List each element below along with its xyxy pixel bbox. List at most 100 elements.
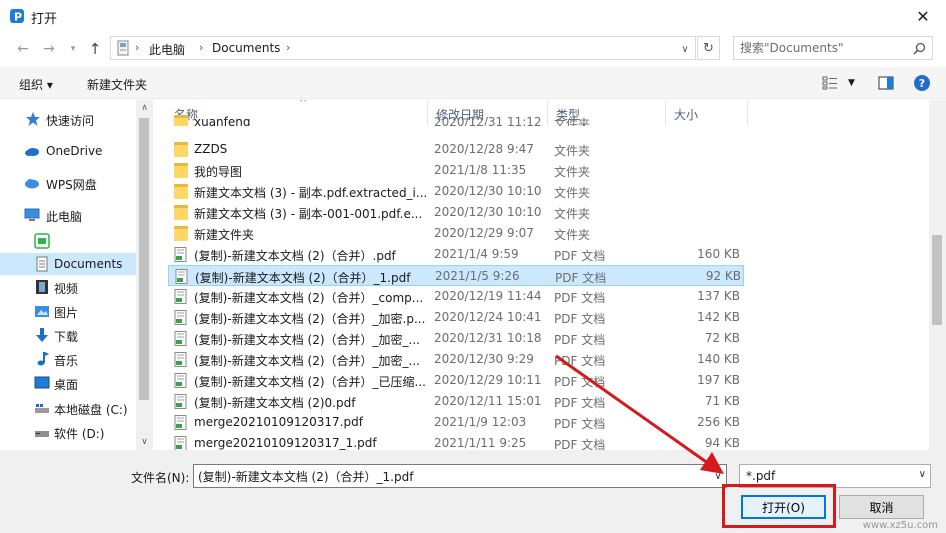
nav-item-quick-access[interactable]: 快速访问 [0,108,136,130]
file-name: (复制)-新建文本文档 (2)（合并）_加密_... [194,333,420,347]
pdf-file-icon [174,331,187,346]
file-size: 137 KB [697,289,740,303]
file-row[interactable]: (复制)-新建文本文档 (2)（合并）_加密_... 2020/12/30 9:2… [168,349,744,370]
nav-item-this-pc[interactable]: 此电脑 [0,204,136,226]
scroll-up-arrow-icon[interactable]: ∧ [136,100,153,116]
nav-item-label: 本地磁盘 (C:) [54,403,128,417]
refresh-button[interactable]: ↻ [697,36,720,60]
nav-item-documents[interactable]: Documents [0,253,136,275]
file-date: 2021/1/8 11:35 [434,163,527,177]
file-list-scrollbar[interactable] [929,100,946,450]
nav-item-music[interactable]: 音乐 [0,348,136,370]
file-size: 92 KB [705,269,741,283]
nav-item-pictures[interactable]: 图片 [0,300,136,322]
file-name: (复制)-新建文本文档 (2)（合并）_1.pdf [195,271,411,285]
folder-icon [174,205,188,220]
nav-item-onedrive[interactable]: OneDrive [0,140,136,162]
organize-button[interactable]: 组织 ▾ [19,76,53,93]
address-row: ← → ▾ ↑ › 此电脑 › Documents › ∨ ↻ [0,34,946,62]
nav-item-wps-cloud[interactable]: WPS网盘 [0,172,136,194]
file-row[interactable]: (复制)-新建文本文档 (2)（合并）_comp... 2020/12/19 11… [168,286,744,307]
file-row[interactable]: merge20210109120317.pdf 2021/1/9 12:03 PDF… [168,412,744,433]
nav-item-desktop[interactable]: 桌面 [0,372,136,394]
nav-item-videos[interactable]: 视频 [0,276,136,298]
search-input[interactable] [740,40,905,56]
file-name: ZZDS [194,142,228,156]
computer-icon [117,40,129,56]
nav-pane-scrollbar[interactable]: ∧ ∨ [136,100,153,450]
close-button[interactable]: ✕ [900,0,946,32]
up-button[interactable]: ↑ [84,38,106,60]
pdf-file-icon [174,247,187,262]
pdf-file-icon [174,394,187,409]
file-type: 文件夹 [554,207,591,221]
file-date: 2021/1/11 9:25 [434,436,527,450]
scroll-thumb[interactable] [932,235,942,325]
drive-icon [35,404,49,413]
folder-row[interactable]: 我的导图 2021/1/8 11:35 文件夹 [168,160,744,181]
view-options-icon[interactable] [822,75,838,91]
desktop-icon [34,376,50,389]
file-row[interactable]: (复制)-新建文本文档 (2)（合并）_加密_... 2020/12/31 10:… [168,328,744,349]
nav-item-downloads[interactable]: 下载 [0,324,136,346]
file-row[interactable]: merge20210109120317_1.pdf 2021/1/11 9:25 P… [168,433,744,450]
nav-item-label: OneDrive [46,144,103,158]
file-row[interactable]: (复制)-新建文本文档 (2)（合并）_1.pdf 2021/1/5 9:26 PD… [168,265,744,286]
file-date: 2020/12/30 10:10 [434,184,542,198]
file-date: 2020/12/30 10:10 [434,205,542,219]
file-date: 2020/12/11 15:01 [434,394,542,408]
file-type: PDF 文档 [554,249,606,263]
pdf-file-icon [174,436,187,450]
nav-item-drive-d[interactable]: 软件 (D:) [0,421,136,443]
pdf-file-icon [174,310,187,325]
file-date: 2020/12/31 10:18 [434,331,542,345]
nav-item-label: 音乐 [54,354,79,368]
documents-icon [36,256,48,272]
music-icon [37,352,49,366]
window-title: 打开 [31,12,58,27]
new-folder-button[interactable]: 新建文件夹 [87,76,147,93]
search-box [733,36,933,60]
nav-item-green-app[interactable] [0,230,136,252]
address-history-dropdown[interactable]: ∨ [677,40,693,58]
file-type: PDF 文档 [554,396,606,410]
nav-item-drive-c[interactable]: 本地磁盘 (C:) [0,397,136,419]
breadcrumb-this-pc[interactable]: 此电脑 [149,41,185,58]
breadcrumb-documents[interactable]: Documents [212,41,280,55]
folder-row[interactable]: ZZDS 2020/12/28 9:47 文件夹 [168,139,744,160]
preview-pane-icon[interactable] [878,75,894,91]
recent-locations-button[interactable]: ▾ [62,38,84,60]
folder-row[interactable]: 新建文件夹 2020/12/29 9:07 文件夹 [168,223,744,244]
scroll-down-arrow-icon[interactable]: ∨ [136,434,153,450]
file-size: 160 KB [697,247,740,261]
address-bar[interactable]: › 此电脑 › Documents › ∨ [110,36,696,60]
cancel-button[interactable]: 取消 [839,495,924,519]
folder-row[interactable]: xuanfeng 2020/12/31 11:12 文件夹 [168,112,744,126]
view-dropdown-chevron-icon[interactable]: ▼ [848,78,855,88]
file-type: 文件夹 [554,144,591,158]
folder-row[interactable]: 新建文本文档 (3) - 副本.pdf.extracted_i... 2020/1… [168,181,744,202]
folder-row[interactable]: 新建文本文档 (3) - 副本-001-001.pdf.e... 2020/12/… [168,202,744,223]
chevron-down-icon: ∨ [681,43,689,55]
file-date: 2020/12/24 10:41 [434,310,542,324]
file-row[interactable]: (复制)-新建文本文档 (2)（合并）_已压缩... 2020/12/29 10:… [168,370,744,391]
file-row[interactable]: (复制)-新建文本文档 (2)（合并）_加密.p... 2020/12/24 10… [168,307,744,328]
back-button[interactable]: ← [12,38,34,60]
scroll-thumb[interactable] [139,118,149,400]
help-icon[interactable]: ? [914,75,930,91]
watermark-text: www.xz5u.com [862,520,938,531]
pdf-file-icon [175,269,188,284]
file-row[interactable]: (复制)-新建文本文档 (2)（合并）.pdf 2021/1/4 9:59 PDF … [168,244,744,265]
drive-icon [35,431,49,437]
forward-button[interactable]: → [38,38,60,60]
refresh-icon: ↻ [703,40,714,56]
filename-input[interactable] [193,464,727,488]
file-name: (复制)-新建文本文档 (2)（合并）_comp... [194,291,424,305]
open-button[interactable]: 打开(O) [741,495,826,519]
sort-ascending-icon: ^ [299,100,308,109]
file-date: 2020/12/19 11:44 [434,289,542,303]
file-name: merge20210109120317_1.pdf [194,436,377,450]
file-type: PDF 文档 [555,271,607,285]
cloud-icon [25,148,39,156]
file-row[interactable]: (复制)-新建文本文档 (2)0.pdf 2020/12/11 15:01 PDF … [168,391,744,412]
